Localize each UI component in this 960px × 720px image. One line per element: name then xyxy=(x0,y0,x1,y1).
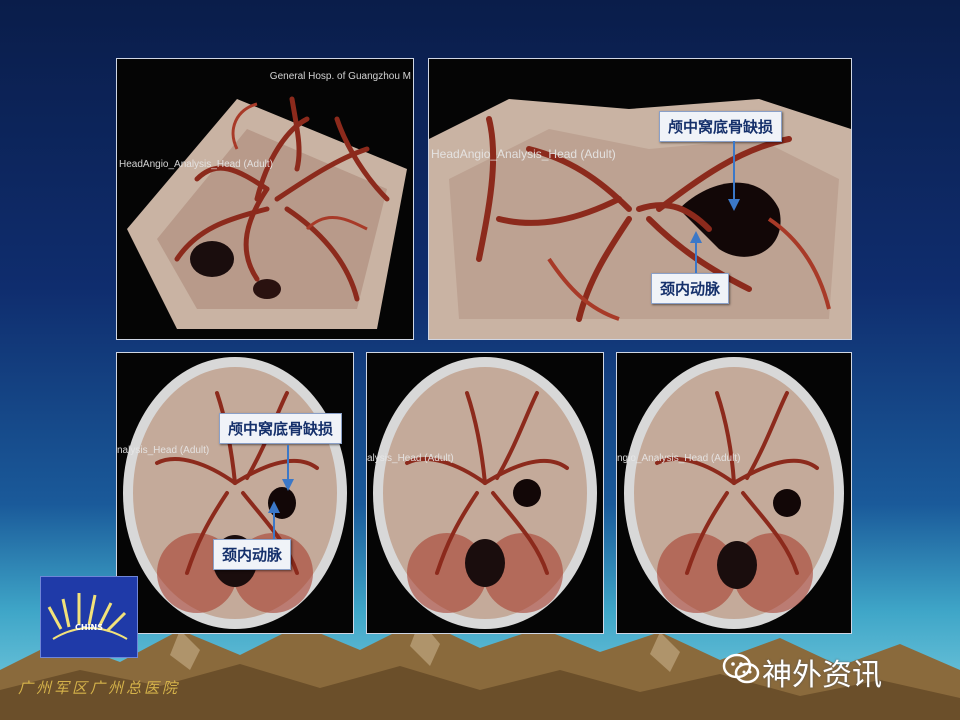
logo-emblem-icon xyxy=(47,593,128,640)
chins-logo: CHINS xyxy=(40,576,138,658)
angio-panel-bottom-middle: alysis_Head (Adult) xyxy=(366,352,604,634)
watermark-protocol: HeadAngio_Analysis_Head (Adult) xyxy=(431,147,616,161)
wechat-icon xyxy=(722,653,760,684)
callout-internal-carotid: 颈内动脉 xyxy=(213,539,292,570)
skull-axial-3d-render xyxy=(123,357,347,629)
arrow-defect-head xyxy=(728,199,740,211)
arrow-defect-head xyxy=(282,479,294,491)
skull-base-3d-render xyxy=(429,99,851,339)
arrow-artery xyxy=(695,243,697,273)
callout-bone-defect: 颅中窝底骨缺损 xyxy=(219,413,343,444)
logo-text: CHINS xyxy=(75,623,103,632)
skull-axial-3d-render xyxy=(373,357,597,629)
callout-internal-carotid: 颈内动脉 xyxy=(651,273,730,304)
watermark-protocol: alysis_Head (Adult) xyxy=(367,453,454,464)
watermark-protocol: nalysis_Head (Adult) xyxy=(117,445,210,456)
angio-panel-top-left: General Hosp. of Guangzhou M HeadAngio_A… xyxy=(116,58,414,340)
angio-panel-bottom-right: ngio_Analysis_Head (Adult) xyxy=(616,352,852,634)
hospital-name: 广州军区广州总医院 xyxy=(18,679,181,697)
watermark-hospital: General Hosp. of Guangzhou M xyxy=(269,71,411,82)
callout-bone-defect: 颅中窝底骨缺损 xyxy=(659,111,783,142)
arrow-artery-head xyxy=(268,501,280,513)
skull-base-3d-render xyxy=(127,96,407,329)
watermark-protocol: ngio_Analysis_Head (Adult) xyxy=(617,453,741,464)
angio-panel-top-right: HeadAngio_Analysis_Head (Adult) 颅中窝底骨缺损 … xyxy=(428,58,852,340)
arrow-defect xyxy=(287,445,289,481)
arrow-defect xyxy=(733,141,735,201)
angio-panel-bottom-left: nalysis_Head (Adult) 颅中窝底骨缺损 颈内动脉 xyxy=(116,352,354,634)
brand-name: 神外资讯 xyxy=(762,658,882,693)
skull-axial-3d-render xyxy=(624,357,844,629)
watermark-protocol: HeadAngio_Analysis_Head (Adult) xyxy=(119,159,273,170)
arrow-artery xyxy=(273,513,275,539)
arrow-artery-head xyxy=(690,231,702,243)
